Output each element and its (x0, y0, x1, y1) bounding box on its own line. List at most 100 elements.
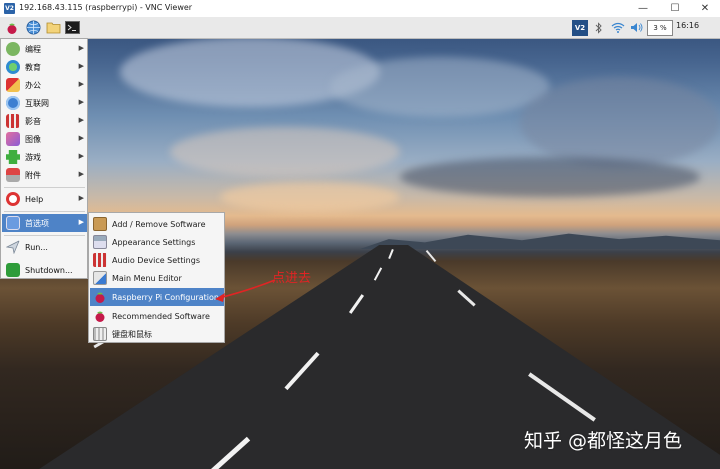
menu-item-label: 教育 (25, 62, 41, 72)
submenu-arrow-icon: ▶ (78, 44, 84, 52)
vnc-server-button[interactable]: V2 (571, 19, 589, 36)
wifi-icon (611, 22, 625, 33)
submenu-item-label: Recommended Software (112, 311, 210, 321)
terminal-icon (65, 21, 80, 34)
minimize-button[interactable]: — (628, 0, 658, 17)
vnc-logo-icon: V2 (4, 3, 15, 14)
close-icon: ✕ (700, 3, 710, 14)
menu-item-label: Help (25, 194, 44, 204)
education-icon (6, 60, 20, 74)
mountains (360, 233, 720, 249)
preferences-icon (6, 216, 20, 230)
menu-item-label: 编程 (25, 44, 41, 54)
submenu-arrow-icon: ▶ (78, 98, 84, 106)
file-manager-icon (46, 22, 61, 34)
minimize-icon: — (638, 3, 648, 14)
volume-icon (631, 23, 643, 32)
programming-icon (6, 42, 20, 56)
menu-item-label: Run... (25, 242, 48, 252)
cpu-usage-monitor[interactable]: 3 % (647, 20, 673, 36)
submenu-arrow-icon: ▶ (78, 194, 84, 202)
submenu-arrow-icon: ▶ (78, 80, 84, 88)
menu-item-help[interactable]: Help ▶ (2, 190, 87, 208)
submenu-item-add-remove-software[interactable]: Add / Remove Software (90, 215, 224, 233)
raspberry-icon (7, 23, 16, 34)
submenu-item-main-menu-editor[interactable]: Main Menu Editor (90, 269, 224, 287)
submenu-arrow-icon: ▶ (78, 134, 84, 142)
menu-item-label: 办公 (25, 80, 41, 90)
window-title: 192.168.43.115 (raspberrypi) - VNC Viewe… (19, 3, 193, 12)
accessories-icon (6, 168, 20, 182)
run-icon (6, 240, 20, 254)
clock[interactable]: 16:16 (676, 21, 699, 30)
sound-video-icon (6, 114, 20, 128)
pi-taskbar: V2 3 % 16:16 (0, 17, 720, 39)
submenu-arrow-icon: ▶ (78, 62, 84, 70)
help-icon (6, 192, 20, 206)
submenu-item-raspberry-pi-configuration[interactable]: Raspberry Pi Configuration (90, 288, 224, 306)
annotation-text: 点进去 (272, 271, 312, 286)
menu-item-label: 游戏 (25, 152, 41, 162)
graphics-icon (6, 132, 20, 146)
watermark: 知乎 @都怪这月色 (524, 430, 683, 452)
submenu-item-keyboard-mouse[interactable]: 键盘和鼠标 (90, 325, 224, 343)
main-menu: 编程 ▶ 教育 ▶ 办公 ▶ 互联网 ▶ 影音 ▶ 图像 ▶ 游戏 ▶ 附件 ▶… (0, 38, 88, 279)
menu-item-education[interactable]: 教育 ▶ (2, 58, 87, 76)
menu-item-label: Shutdown... (25, 265, 73, 275)
office-icon (6, 78, 20, 92)
submenu-item-label: Add / Remove Software (112, 219, 206, 229)
submenu-item-recommended-software[interactable]: Recommended Software (90, 307, 224, 325)
web-browser-icon (26, 20, 41, 35)
raspberry-icon (95, 311, 105, 322)
file-manager-button[interactable] (45, 19, 62, 36)
internet-icon (6, 96, 20, 110)
menu-item-office[interactable]: 办公 ▶ (2, 76, 87, 94)
vnc-title-bar: V2 192.168.43.115 (raspberrypi) - VNC Vi… (0, 0, 720, 18)
menu-item-label: 附件 (25, 170, 41, 180)
menu-item-shutdown[interactable]: Shutdown... (2, 261, 87, 279)
maximize-icon: ☐ (670, 3, 680, 14)
submenu-item-label: 键盘和鼠标 (112, 329, 152, 339)
submenu-item-audio-device-settings[interactable]: Audio Device Settings (90, 251, 224, 269)
menu-item-run[interactable]: Run... (2, 238, 87, 256)
raspberry-icon (95, 292, 105, 303)
wifi-button[interactable] (610, 19, 626, 36)
web-browser-button[interactable] (25, 19, 42, 36)
submenu-item-label: Audio Device Settings (112, 255, 200, 265)
package-icon (93, 217, 107, 231)
menu-separator (4, 187, 85, 188)
submenu-arrow-icon: ▶ (78, 152, 84, 160)
bluetooth-button[interactable] (592, 19, 606, 36)
menu-item-label: 图像 (25, 134, 41, 144)
menu-item-graphics[interactable]: 图像 ▶ (2, 130, 87, 148)
bluetooth-icon (595, 21, 602, 34)
menu-item-accessories[interactable]: 附件 ▶ (2, 166, 87, 184)
keyboard-mouse-icon (93, 327, 107, 341)
menu-button[interactable] (3, 19, 20, 36)
submenu-item-label: Raspberry Pi Configuration (112, 292, 219, 302)
submenu-item-label: Main Menu Editor (112, 273, 182, 283)
submenu-item-appearance-settings[interactable]: Appearance Settings (90, 233, 224, 251)
appearance-icon (93, 235, 107, 249)
games-icon (6, 150, 20, 164)
terminal-button[interactable] (64, 19, 81, 36)
menu-item-internet[interactable]: 互联网 ▶ (2, 94, 87, 112)
menu-separator (4, 235, 85, 236)
submenu-item-label: Appearance Settings (112, 237, 196, 247)
maximize-button[interactable]: ☐ (660, 0, 690, 17)
menu-item-sound-video[interactable]: 影音 ▶ (2, 112, 87, 130)
menu-item-preferences[interactable]: 首选项 ▶ (2, 214, 87, 232)
menu-item-label: 互联网 (25, 98, 49, 108)
audio-icon (93, 253, 107, 267)
close-button[interactable]: ✕ (690, 0, 720, 17)
menu-editor-icon (93, 271, 107, 285)
volume-button[interactable] (629, 19, 644, 36)
submenu-arrow-icon: ▶ (78, 116, 84, 124)
shutdown-icon (6, 263, 20, 277)
menu-item-label: 影音 (25, 116, 41, 126)
menu-item-programming[interactable]: 编程 ▶ (2, 40, 87, 58)
menu-item-games[interactable]: 游戏 ▶ (2, 148, 87, 166)
menu-separator (4, 211, 85, 212)
submenu-arrow-icon: ▶ (78, 170, 84, 178)
vnc-tray-icon: V2 (572, 19, 588, 36)
